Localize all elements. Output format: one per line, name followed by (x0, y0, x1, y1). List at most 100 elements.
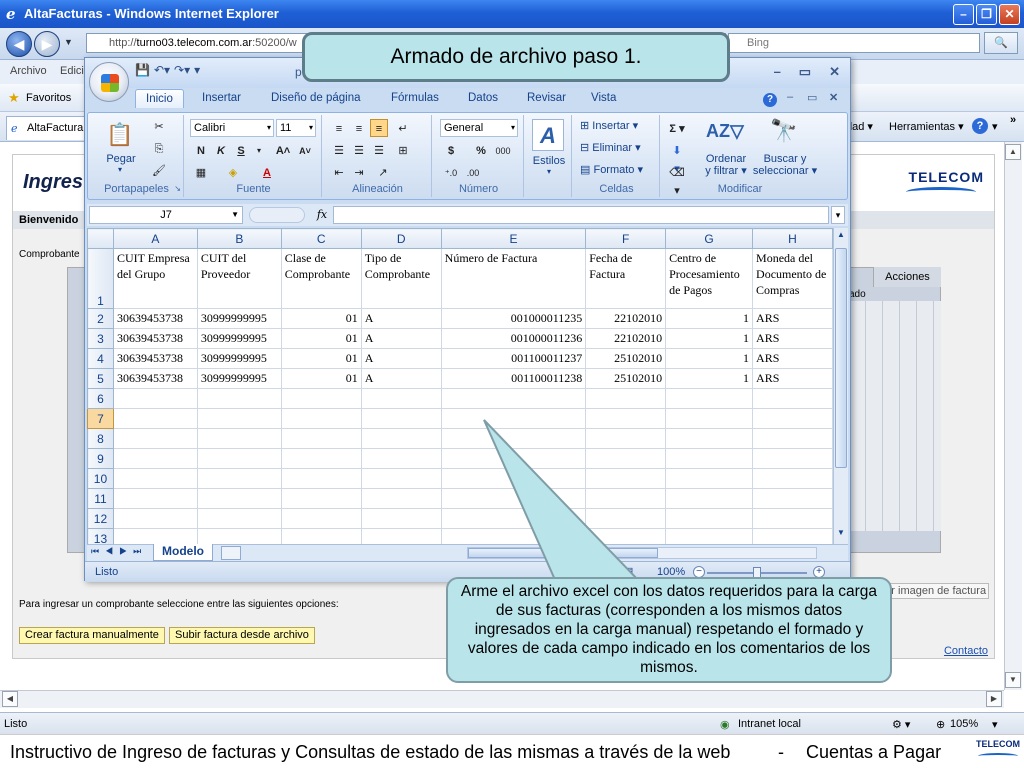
copy-icon[interactable]: ⎘ (150, 139, 168, 157)
fill-icon[interactable]: ⬇ ▾ (668, 141, 686, 175)
cell[interactable] (280, 488, 362, 509)
borders-icon[interactable]: ▦ (192, 163, 210, 181)
currency-icon[interactable]: $ (442, 141, 460, 159)
cell[interactable] (196, 468, 282, 489)
estilos-icon[interactable]: A (532, 119, 564, 151)
decrease-decimal-icon[interactable]: .00 (464, 163, 482, 181)
row-header[interactable]: 10 (87, 468, 114, 489)
cell[interactable] (665, 448, 754, 469)
tab-vista[interactable]: Vista (591, 92, 616, 104)
cell[interactable]: 01 (280, 348, 362, 369)
protected-mode-icon[interactable]: ⚙ ▾ (892, 718, 910, 731)
number-format-select[interactable]: General ▾ (440, 119, 518, 137)
cell[interactable] (112, 408, 198, 429)
wrap-text-icon[interactable]: ↵ (394, 119, 412, 137)
search-button[interactable]: 🔍 (984, 32, 1018, 54)
select-all-corner[interactable] (87, 228, 114, 249)
cell[interactable]: 01 (280, 308, 362, 329)
cell[interactable] (280, 508, 362, 529)
save-icon[interactable]: 💾 (135, 63, 150, 83)
favoritos-button[interactable]: Favoritos (26, 92, 71, 104)
ie-tab-altafacturas[interactable]: e AltaFactura (6, 116, 86, 140)
tab-revisar[interactable]: Revisar (527, 92, 566, 104)
column-header[interactable]: E (440, 228, 587, 249)
cell[interactable] (752, 468, 833, 489)
cell[interactable]: A (360, 328, 442, 349)
cell[interactable]: ARS (752, 348, 833, 369)
cell[interactable] (196, 528, 282, 544)
tab-diseno-pagina[interactable]: Diseño de página (271, 92, 361, 104)
column-header[interactable]: G (665, 228, 754, 249)
cell[interactable] (280, 388, 362, 409)
cell[interactable] (665, 488, 754, 509)
row-header[interactable]: 9 (87, 448, 114, 469)
align-middle-icon[interactable]: ≡ (350, 119, 368, 137)
cell[interactable] (440, 488, 587, 509)
estilos-dropdown-icon[interactable]: ▾ (526, 167, 572, 176)
forward-button[interactable]: ▶ (34, 31, 60, 57)
excel-restore-button[interactable]: ▭ (799, 64, 811, 80)
cell[interactable] (440, 428, 587, 449)
underline-icon[interactable]: S (232, 141, 250, 159)
formato-cells-button[interactable]: ▤ Formato ▾ (580, 163, 643, 176)
excel-help-icon[interactable]: ? (763, 93, 777, 107)
cell[interactable]: 1 (665, 308, 754, 329)
cell[interactable]: Fecha de Factura (585, 248, 667, 309)
excel-minimize-button[interactable]: – (774, 64, 781, 80)
sheet-nav-icons[interactable]: ⏮◀▶⏭ (91, 546, 147, 557)
cell[interactable] (752, 488, 833, 509)
pegar-button[interactable]: Pegar (100, 153, 142, 165)
cell[interactable] (585, 508, 667, 529)
buscar-seleccionar-button[interactable]: Buscar y seleccionar ▾ (752, 153, 818, 177)
row-header[interactable]: 1 (87, 248, 114, 309)
cell[interactable] (112, 488, 198, 509)
decrease-indent-icon[interactable]: ⇤ (330, 163, 348, 181)
worksheet-vertical-scrollbar[interactable]: ▲ ▼ (833, 228, 848, 544)
horizontal-scroll-thumb[interactable] (468, 548, 658, 558)
tools-herramientas[interactable]: Herramientas ▾ (889, 120, 964, 133)
portapapeles-launcher-icon[interactable]: ↘ (174, 184, 181, 193)
cell[interactable] (752, 428, 833, 449)
cell[interactable]: CUIT Empresa del Grupo (112, 248, 198, 309)
row-header[interactable]: 4 (87, 348, 114, 369)
cell[interactable] (585, 388, 667, 409)
help-dropdown-icon[interactable]: ▾ (992, 120, 998, 133)
scroll-left-icon[interactable]: ◀ (2, 691, 18, 707)
office-button[interactable] (89, 62, 129, 102)
fill-color-icon[interactable]: ◈ (224, 163, 242, 181)
column-header[interactable]: D (360, 228, 442, 249)
cell[interactable] (112, 508, 198, 529)
cell[interactable] (280, 428, 362, 449)
cell[interactable] (360, 428, 442, 449)
cell[interactable] (665, 408, 754, 429)
column-header[interactable]: A (112, 228, 198, 249)
cell[interactable]: 001100011238 (440, 368, 587, 389)
cell[interactable]: 30999999995 (196, 328, 282, 349)
cell[interactable] (360, 388, 442, 409)
cell[interactable] (440, 528, 587, 544)
cell[interactable] (112, 448, 198, 469)
cell[interactable] (360, 468, 442, 489)
binoculars-icon[interactable]: 🔭 (768, 115, 800, 147)
cell[interactable]: 1 (665, 328, 754, 349)
cell[interactable]: 30999999995 (196, 368, 282, 389)
history-dropdown-icon[interactable]: ▼ (64, 37, 73, 47)
cell[interactable] (585, 408, 667, 429)
cell[interactable] (440, 388, 587, 409)
cell[interactable] (585, 448, 667, 469)
cell[interactable] (665, 508, 754, 529)
insertar-cells-button[interactable]: ⊞ Insertar ▾ (580, 119, 638, 132)
cell[interactable]: 25102010 (585, 348, 667, 369)
cell[interactable] (196, 428, 282, 449)
cell[interactable] (752, 508, 833, 529)
page-horizontal-scrollbar[interactable]: ◀ ▶ (0, 690, 1004, 708)
column-header[interactable]: B (196, 228, 282, 249)
font-name-select[interactable]: Calibri ▾ (190, 119, 274, 137)
bold-icon[interactable]: N (192, 141, 210, 159)
row-header[interactable]: 8 (87, 428, 114, 449)
cell[interactable]: A (360, 368, 442, 389)
tab-datos[interactable]: Datos (468, 92, 498, 104)
back-button[interactable]: ◀ (6, 31, 32, 57)
minimize-button[interactable]: – (953, 4, 974, 25)
align-left-icon[interactable]: ☰ (330, 141, 348, 159)
